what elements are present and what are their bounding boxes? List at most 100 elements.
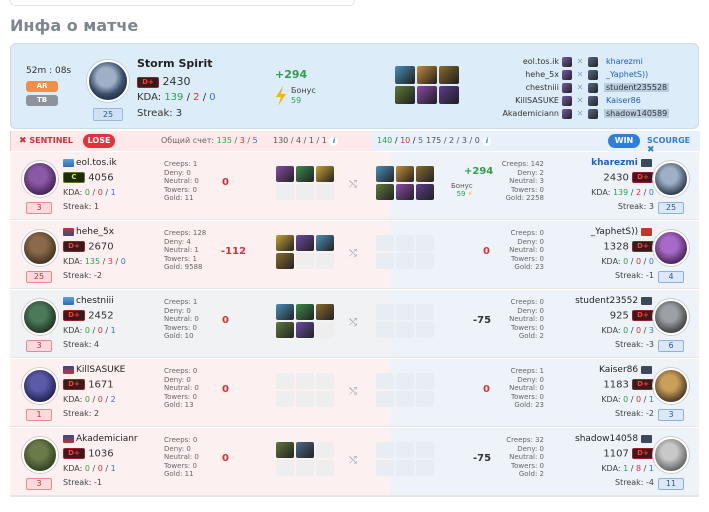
item-slot[interactable] xyxy=(376,166,394,182)
item-slot[interactable] xyxy=(396,166,414,182)
item-slot[interactable] xyxy=(296,235,314,251)
player-name[interactable]: _YaphetS)) xyxy=(591,227,654,237)
hero-streak: Streak: 3 xyxy=(137,108,183,119)
left-player-name[interactable]: chestniii xyxy=(489,83,559,92)
item-slot[interactable] xyxy=(396,184,414,200)
right-player-name[interactable]: _YaphetS)) xyxy=(604,70,650,79)
hero-avatar[interactable] xyxy=(87,60,129,102)
empty-item-slot xyxy=(296,373,314,389)
lose-badge: LOSE xyxy=(83,134,115,148)
item-slot[interactable] xyxy=(296,322,314,338)
player-streak: Streak: -2 xyxy=(63,271,102,280)
hero-avatar[interactable] xyxy=(22,368,58,404)
item-slot[interactable] xyxy=(439,66,459,84)
item-slot[interactable] xyxy=(276,304,294,320)
item-grid xyxy=(276,304,334,338)
item-grid xyxy=(276,235,334,269)
hero-avatar[interactable] xyxy=(653,437,689,473)
bonus: Бонус 59 xyxy=(291,86,316,105)
item-slot[interactable] xyxy=(276,166,294,182)
player-kda: KDA: 135 / 3 / 0 xyxy=(63,257,126,266)
player-name[interactable]: kharezmi xyxy=(591,158,654,168)
right-player-name[interactable]: student235528 xyxy=(604,83,670,92)
hero-mini-icon xyxy=(588,69,598,80)
item-slot[interactable] xyxy=(276,253,294,269)
item-slot[interactable] xyxy=(316,166,334,182)
left-player-name[interactable]: KillSASUKE xyxy=(489,96,559,105)
empty-item-slot xyxy=(316,460,334,476)
player-stats: Creeps: 0 Deny: 0 Neutral: 0 Towers: 0 Gold:… xyxy=(509,298,544,341)
left-player-name[interactable]: Akademiciann xyxy=(489,109,559,118)
player-pair: hehe_5x ✕ _YaphetS)) xyxy=(489,68,694,81)
item-slot[interactable] xyxy=(395,86,415,104)
item-slot[interactable] xyxy=(276,322,294,338)
left-player-name[interactable]: hehe_5x xyxy=(489,70,559,79)
player-name[interactable]: shadow14058 xyxy=(575,434,654,444)
player-name[interactable]: Kaiser86 xyxy=(599,365,654,375)
bonus: Бонус 59 ⚡ xyxy=(451,182,473,198)
rating-delta: 0 xyxy=(222,453,229,464)
item-slot[interactable] xyxy=(439,86,459,104)
empty-item-slot xyxy=(376,304,394,320)
item-slot[interactable] xyxy=(416,184,434,200)
flag-icon xyxy=(641,158,652,167)
hero-avatar[interactable] xyxy=(22,299,58,335)
versus-icon: ✕ xyxy=(576,57,584,66)
item-slot[interactable] xyxy=(296,304,314,320)
hero-avatar[interactable] xyxy=(653,161,689,197)
item-slot[interactable] xyxy=(416,166,434,182)
item-grid xyxy=(376,442,434,476)
item-slot[interactable] xyxy=(276,442,294,458)
rating-delta: 0 xyxy=(222,384,229,395)
item-slot[interactable] xyxy=(316,304,334,320)
empty-item-slot xyxy=(396,235,414,251)
right-player-name[interactable]: Kaiser86 xyxy=(604,96,643,105)
hero-avatar[interactable] xyxy=(22,437,58,473)
hero-avatar[interactable] xyxy=(653,299,689,335)
right-player-name[interactable]: kharezmi xyxy=(604,57,645,66)
hero-avatar[interactable] xyxy=(653,368,689,404)
right-player-name[interactable]: shadow140589 xyxy=(604,109,670,118)
hero-avatar[interactable] xyxy=(653,230,689,266)
player-name[interactable]: KillSASUKE xyxy=(63,365,125,375)
left-player-name[interactable]: eol.tos.ik xyxy=(489,57,559,66)
flag-icon xyxy=(63,365,74,374)
hero-level: 25 xyxy=(93,108,123,121)
empty-item-slot xyxy=(416,304,434,320)
empty-item-slot xyxy=(376,391,394,407)
item-slot[interactable] xyxy=(296,442,314,458)
player-name[interactable]: Akademicianr xyxy=(63,434,138,444)
empty-item-slot xyxy=(376,253,394,269)
player-row: 1 KillSASUKE D+ 1671 KDA: 0 / 0 / 2 Stre… xyxy=(10,359,699,427)
rating-delta: 0 xyxy=(222,315,229,326)
item-slot[interactable] xyxy=(417,86,437,104)
player-name[interactable]: eol.tos.ik xyxy=(63,158,117,168)
flag-icon xyxy=(63,434,74,443)
hero-avatar[interactable] xyxy=(22,161,58,197)
player-rating: D+ 1671 xyxy=(63,379,114,391)
empty-item-slot xyxy=(296,253,314,269)
item-slot[interactable] xyxy=(395,66,415,84)
empty-item-slot xyxy=(316,373,334,389)
player-rating: 2430 D+ xyxy=(603,172,654,184)
player-rating: C 4056 xyxy=(63,172,114,184)
item-slot[interactable] xyxy=(316,235,334,251)
item-slot[interactable] xyxy=(376,184,394,200)
empty-item-slot xyxy=(396,253,414,269)
player-kda: KDA: 0 / 0 / 3 xyxy=(601,326,654,335)
player-name[interactable]: student23552 xyxy=(575,296,654,306)
player-name[interactable]: chestniii xyxy=(63,296,114,306)
info-icon[interactable]: i xyxy=(329,137,339,146)
item-slot[interactable] xyxy=(296,166,314,182)
empty-item-slot xyxy=(416,322,434,338)
item-slot[interactable] xyxy=(276,235,294,251)
empty-item-slot xyxy=(396,373,414,389)
hero-avatar[interactable] xyxy=(22,230,58,266)
item-slot[interactable] xyxy=(417,66,437,84)
info-icon[interactable]: i xyxy=(482,137,492,146)
empty-item-slot xyxy=(416,373,434,389)
hero-items xyxy=(395,66,459,104)
player-name[interactable]: hehe_5x xyxy=(63,227,114,237)
bonus-bolt-icon xyxy=(276,86,286,106)
swap-icon: ⤭ xyxy=(349,386,357,397)
